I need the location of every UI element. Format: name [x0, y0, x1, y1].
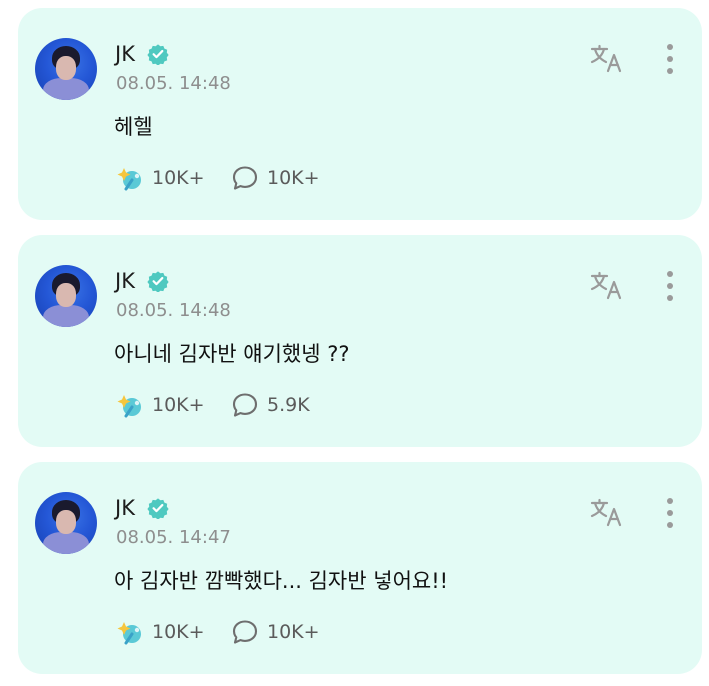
verified-badge-icon — [147, 44, 169, 65]
like-count: 10K+ — [152, 167, 205, 189]
more-vertical-icon[interactable] — [659, 269, 681, 303]
post-message: 헤헬 — [114, 115, 153, 139]
like-count: 10K+ — [152, 621, 205, 643]
post-timestamp: 08.05. 14:47 — [116, 527, 231, 548]
avatar[interactable] — [35, 265, 97, 327]
comment-button[interactable]: 10K+ — [231, 619, 320, 645]
author-name[interactable]: JK — [115, 41, 135, 67]
translate-icon[interactable] — [589, 42, 623, 76]
author-name[interactable]: JK — [115, 268, 135, 294]
comment-button[interactable]: 5.9K — [231, 392, 310, 418]
comment-button[interactable]: 10K+ — [231, 165, 320, 191]
translate-icon[interactable] — [589, 269, 623, 303]
post-timestamp: 08.05. 14:48 — [116, 73, 231, 94]
sparkle-like-icon — [117, 395, 141, 418]
like-button[interactable]: 10K+ — [116, 619, 205, 645]
avatar-face-shape — [56, 510, 76, 534]
comment-count: 10K+ — [267, 621, 320, 643]
post-feed: JK 08.05. 14:48 헤헬 10K+ 10K+ JK 08.05. 1… — [0, 0, 709, 686]
avatar[interactable] — [35, 492, 97, 554]
comment-bubble-icon — [232, 393, 258, 417]
verified-badge-icon — [147, 498, 169, 519]
comment-bubble-icon — [232, 166, 258, 190]
author-name[interactable]: JK — [115, 495, 135, 521]
sparkle-like-icon — [117, 168, 141, 191]
post-card[interactable]: JK 08.05. 14:48 헤헬 10K+ 10K+ — [18, 8, 702, 220]
avatar-body-shape — [43, 532, 89, 554]
post-message: 아니네 김자반 얘기했넹 ?? — [114, 342, 350, 366]
verified-badge-icon — [147, 271, 169, 292]
post-card[interactable]: JK 08.05. 14:48 아니네 김자반 얘기했넹 ?? 10K+ 5.9… — [18, 235, 702, 447]
like-button[interactable]: 10K+ — [116, 165, 205, 191]
avatar-body-shape — [43, 78, 89, 100]
post-message: 아 김자반 깜빡했다... 김자반 넣어요!! — [114, 569, 449, 593]
avatar-face-shape — [56, 56, 76, 80]
avatar-face-shape — [56, 283, 76, 307]
comment-bubble-icon — [232, 620, 258, 644]
like-button[interactable]: 10K+ — [116, 392, 205, 418]
post-timestamp: 08.05. 14:48 — [116, 300, 231, 321]
more-vertical-icon[interactable] — [659, 42, 681, 76]
translate-icon[interactable] — [589, 496, 623, 530]
comment-count: 5.9K — [267, 394, 310, 416]
post-card[interactable]: JK 08.05. 14:47 아 김자반 깜빡했다... 김자반 넣어요!! — [18, 462, 702, 674]
avatar[interactable] — [35, 38, 97, 100]
comment-count: 10K+ — [267, 167, 320, 189]
more-vertical-icon[interactable] — [659, 496, 681, 530]
sparkle-like-icon — [117, 622, 141, 645]
avatar-body-shape — [43, 305, 89, 327]
like-count: 10K+ — [152, 394, 205, 416]
